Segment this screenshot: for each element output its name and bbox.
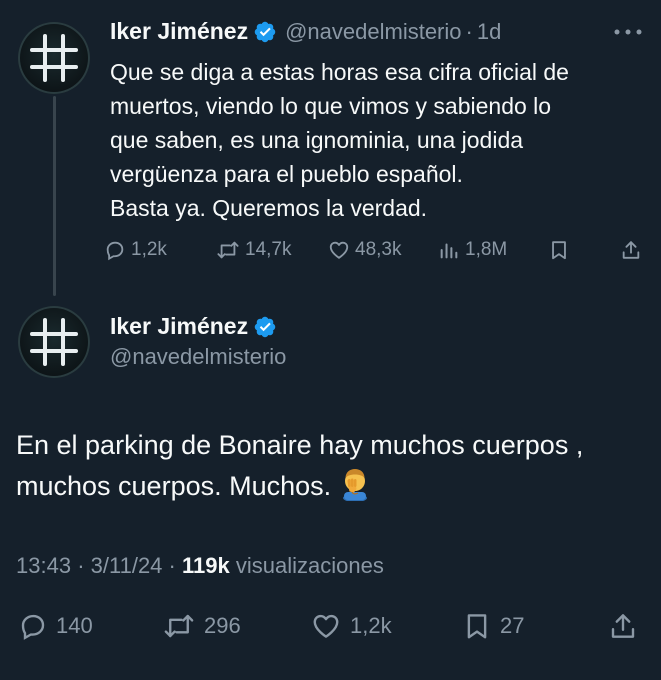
reply-icon xyxy=(21,614,45,640)
tweet-text-line: Basta ya. Queremos la verdad. xyxy=(110,195,428,221)
heart-icon xyxy=(313,614,339,638)
retweet-icon xyxy=(164,614,194,638)
share-button[interactable] xyxy=(620,239,642,261)
tweet-relative-time[interactable]: 1d xyxy=(477,19,501,45)
tweet-text-line: que saben, es una ignominia, una jodida xyxy=(110,127,524,153)
author-display-name[interactable]: Iker Jiménez xyxy=(110,18,248,45)
retweet-count: 14,7k xyxy=(245,239,292,260)
verified-badge-icon xyxy=(254,316,276,337)
separator-dot: · xyxy=(465,18,473,44)
like-count: 48,3k xyxy=(355,239,402,260)
reply-tweet-action-bar: 1,2k 14,7k 48,3k 1,8M xyxy=(104,235,649,269)
hashtag-grid-icon xyxy=(30,318,78,366)
retweet-button[interactable]: 296 xyxy=(162,611,241,641)
views-button[interactable]: 1,8M xyxy=(438,239,507,261)
retweet-button[interactable]: 14,7k xyxy=(216,239,291,261)
bar-chart-icon xyxy=(440,243,458,259)
bookmark-icon xyxy=(552,241,566,260)
separator-dot: · xyxy=(77,553,85,578)
hashtag-grid-icon xyxy=(30,34,78,82)
share-button[interactable] xyxy=(608,611,638,641)
reply-count: 140 xyxy=(56,613,93,638)
reply-author-row: Iker Jiménez @navedelmisterio · 1d xyxy=(110,18,501,45)
verified-badge-icon xyxy=(254,21,276,42)
tweet-text-line-with-emoji: muchos cuerpos. Muchos. xyxy=(16,465,656,506)
person-facepalming-emoji-icon xyxy=(343,469,368,501)
tweet-meta-row: 13:43 · 3/11/24 · 119k visualizaciones xyxy=(16,553,384,579)
bookmark-icon xyxy=(467,614,487,639)
bookmark-button[interactable] xyxy=(548,239,570,261)
views-count: 1,8M xyxy=(465,239,508,260)
share-icon xyxy=(622,241,640,259)
more-dots-icon[interactable] xyxy=(608,20,648,44)
heart-icon xyxy=(329,241,349,259)
avatar[interactable] xyxy=(18,306,90,378)
main-tweet-action-bar: 140 296 1,2k 27 xyxy=(14,609,644,649)
bookmark-button[interactable]: 27 xyxy=(462,611,524,641)
tweet-text-line: muertos, viendo lo que vimos y sabiendo … xyxy=(110,93,552,119)
main-tweet-text: En el parking de Bonaire hay muchos cuer… xyxy=(16,425,656,506)
author-handle[interactable]: @navedelmisterio xyxy=(285,19,461,45)
bookmark-count: 27 xyxy=(500,613,525,638)
reply-button[interactable]: 140 xyxy=(18,611,93,641)
retweet-icon xyxy=(217,241,239,259)
like-button[interactable]: 48,3k xyxy=(328,239,401,261)
reply-button[interactable]: 1,2k xyxy=(104,239,167,261)
tweet-text-line: En el parking de Bonaire hay muchos cuer… xyxy=(16,430,584,460)
thread-connector-line xyxy=(53,96,56,296)
views-label: visualizaciones xyxy=(235,553,384,578)
tweet-text-segment: muchos cuerpos. Muchos. xyxy=(16,471,332,501)
like-count: 1,2k xyxy=(350,613,392,638)
reply-tweet-text: Que se diga a estas horas esa cifra ofic… xyxy=(110,55,650,225)
reply-count: 1,2k xyxy=(131,239,167,260)
views-total-count[interactable]: 119k xyxy=(182,553,230,578)
main-author-row: Iker Jiménez xyxy=(110,313,277,340)
retweet-count: 296 xyxy=(204,613,241,638)
tweet-text-line: Que se diga a estas horas esa cifra ofic… xyxy=(110,59,569,85)
tweet-time[interactable]: 13:43 xyxy=(16,553,71,578)
author-handle[interactable]: @navedelmisterio xyxy=(110,344,286,370)
reply-icon xyxy=(106,241,124,261)
share-icon xyxy=(611,614,635,638)
avatar[interactable] xyxy=(18,22,90,94)
tweet-text-line: vergüenza para el pueblo español. xyxy=(110,161,463,187)
author-display-name[interactable]: Iker Jiménez xyxy=(110,313,248,340)
separator-dot: · xyxy=(168,553,176,578)
tweet-date[interactable]: 3/11/24 xyxy=(91,553,163,578)
like-button[interactable]: 1,2k xyxy=(310,611,392,641)
